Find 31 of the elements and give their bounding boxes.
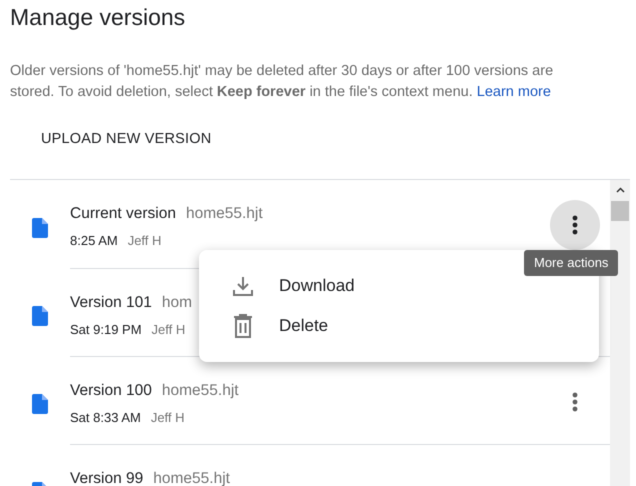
scrollbar-thumb[interactable] [611,201,629,221]
version-time: Sat 9:19 PM [70,321,142,340]
file-name: home55.hjt [186,204,263,224]
description-text: Older versions of 'home55.hjt' may be deleted after 30 days or after 100 versions are stored. To avoid deletion, select Keep forever in the file's context menu. Learn more [10,62,554,102]
kebab-icon [572,215,578,235]
document-icon [32,394,48,414]
kebab-icon [572,392,578,412]
menu-item[interactable]: Delete [199,310,599,342]
file-name: hom [162,293,192,313]
upload-new-version-button[interactable]: UPLOAD NEW VERSION [26,123,226,157]
version-time: 8:25 AM [70,232,118,250]
author-name: Jeff H [128,232,162,250]
document-icon [32,218,48,238]
dialog-title: Manage versions [10,3,186,32]
author-name: Jeff H [152,321,186,340]
trash-icon [233,314,253,338]
more-actions-button[interactable] [550,200,600,250]
tooltip: More actions [524,250,618,276]
scroll-up-icon[interactable] [616,187,624,193]
file-name: home55.hjt [162,381,239,401]
author-name: Jeff H [150,409,185,428]
version-time: Sat 8:33 AM [70,409,141,428]
version-name: Version 99 [70,469,144,486]
document-icon [32,306,48,326]
version-name: Version 101 [70,293,152,313]
learn-more-link[interactable]: Learn more [476,84,551,100]
version-name: Current version [70,204,176,224]
version-name: Version 100 [70,381,152,401]
file-name: home55.hjt [153,469,230,486]
download-icon [232,275,254,297]
scrollbar[interactable] [610,180,630,486]
